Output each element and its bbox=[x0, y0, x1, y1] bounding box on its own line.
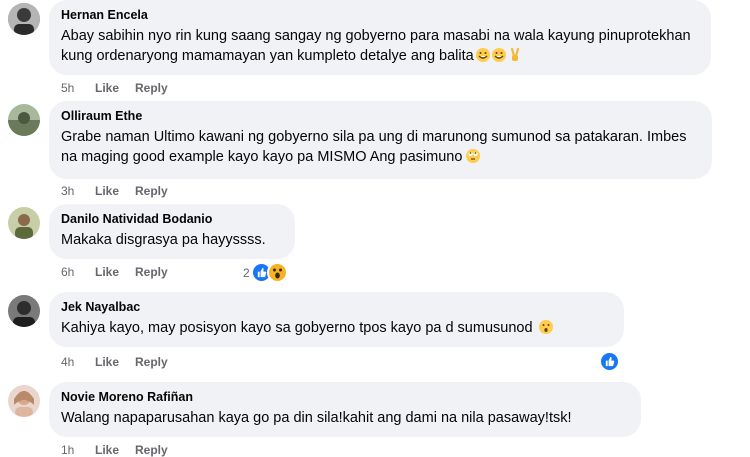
rolling-on-floor-laughing-emoji bbox=[475, 48, 490, 62]
like-button[interactable]: Like bbox=[95, 355, 135, 369]
like-button[interactable]: Like bbox=[95, 265, 135, 279]
like-button[interactable]: Like bbox=[95, 81, 135, 95]
like-reaction-icon bbox=[599, 351, 620, 372]
avatar[interactable] bbox=[8, 207, 40, 239]
comment-timestamp[interactable]: 3h bbox=[61, 184, 95, 198]
reply-button[interactable]: Reply bbox=[135, 355, 168, 369]
comment-text: Makaka disgrasya pa hayyssss. bbox=[61, 232, 266, 248]
like-button[interactable]: Like bbox=[95, 184, 135, 198]
hushed-face-emoji bbox=[538, 320, 553, 334]
comment-author[interactable]: Danilo Natividad Bodanio bbox=[61, 211, 283, 227]
reply-button[interactable]: Reply bbox=[135, 184, 168, 198]
comment-timestamp[interactable]: 6h bbox=[61, 265, 95, 279]
comment-author[interactable]: Novie Moreno Rafiñan bbox=[61, 389, 629, 405]
comment-bubble: Novie Moreno Rafiñan Walang napaparusaha… bbox=[49, 382, 641, 437]
comment-bubble: Jek Nayalbac Kahiya kayo, may posisyon k… bbox=[49, 292, 624, 347]
wow-reaction-icon bbox=[266, 262, 288, 283]
reaction-summary[interactable] bbox=[599, 351, 620, 372]
comment-timestamp[interactable]: 4h bbox=[61, 355, 95, 369]
comment-timestamp[interactable]: 5h bbox=[61, 81, 95, 95]
reply-button[interactable]: Reply bbox=[135, 81, 168, 95]
comment-bubble: Hernan Encela Abay sabihin nyo rin kung … bbox=[49, 0, 711, 75]
reaction-count: 2 bbox=[243, 265, 250, 280]
comment-timestamp[interactable]: 1h bbox=[61, 443, 95, 457]
reply-button[interactable]: Reply bbox=[135, 443, 168, 457]
comment-actions: 3h Like Reply bbox=[61, 184, 168, 198]
comment-author[interactable]: Hernan Encela bbox=[61, 7, 699, 23]
avatar[interactable] bbox=[8, 3, 40, 35]
like-button[interactable]: Like bbox=[95, 443, 135, 457]
face-with-rolling-eyes-emoji bbox=[466, 149, 481, 163]
comment-author[interactable]: Olliraum Ethe bbox=[61, 108, 700, 124]
avatar[interactable] bbox=[8, 295, 40, 327]
comment-text: Abay sabihin nyo rin kung saang sangay n… bbox=[61, 26, 699, 66]
comment-author[interactable]: Jek Nayalbac bbox=[61, 299, 612, 315]
comment-actions: 4h Like Reply bbox=[61, 355, 168, 369]
comment-actions: 1h Like Reply bbox=[61, 443, 168, 457]
comment-text-body: Grabe naman Ultimo kawani ng gobyerno si… bbox=[61, 129, 687, 165]
comment-text-body: Abay sabihin nyo rin kung saang sangay n… bbox=[61, 28, 691, 64]
victory-hand-emoji bbox=[508, 47, 522, 62]
comment-text: Walang napaparusahan kaya go pa din sila… bbox=[61, 410, 572, 426]
comment-bubble: Olliraum Ethe Grabe naman Ultimo kawani … bbox=[49, 101, 712, 179]
reaction-summary[interactable]: 2 bbox=[243, 262, 288, 283]
rolling-on-floor-laughing-emoji bbox=[491, 48, 506, 62]
avatar[interactable] bbox=[8, 385, 40, 417]
comment-text: Grabe naman Ultimo kawani ng gobyerno si… bbox=[61, 127, 700, 167]
comment-actions: 5h Like Reply bbox=[61, 81, 168, 95]
comment-bubble: Danilo Natividad Bodanio Makaka disgrasy… bbox=[49, 204, 295, 259]
comment-text-body: Kahiya kayo, may posisyon kayo sa gobyer… bbox=[61, 320, 533, 336]
comment-text: Kahiya kayo, may posisyon kayo sa gobyer… bbox=[61, 318, 612, 338]
comment-actions: 6h Like Reply bbox=[61, 265, 168, 279]
reply-button[interactable]: Reply bbox=[135, 265, 168, 279]
avatar[interactable] bbox=[8, 104, 40, 136]
